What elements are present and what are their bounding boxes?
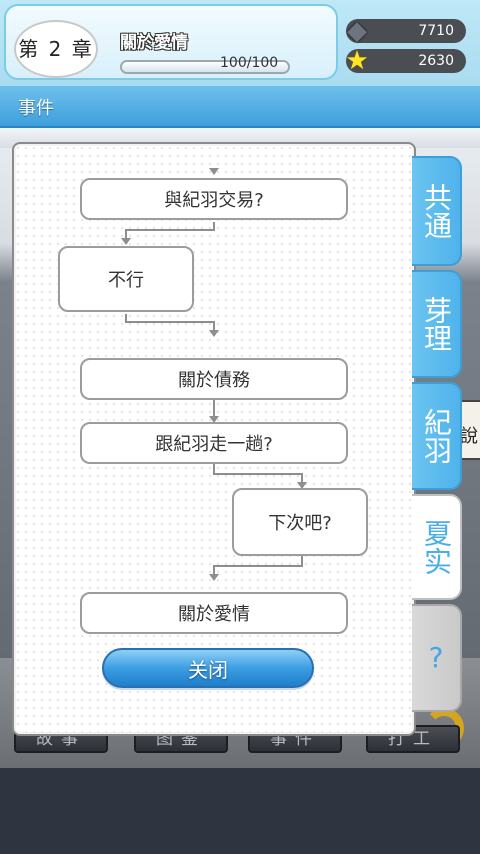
tab-meri[interactable]: 芽理: [412, 270, 462, 378]
close-button-label: 关闭: [188, 657, 228, 682]
tab-common[interactable]: 共通: [412, 156, 462, 266]
flow-node-label: 關於債務: [178, 370, 250, 391]
flow-node-label: 跟紀羽走一趟?: [155, 434, 273, 455]
flow-node: 不行: [58, 246, 194, 312]
gem-icon: ◆: [347, 16, 367, 46]
tab-label: 芽理: [420, 296, 453, 352]
gem-counter: ◆ 7710: [346, 16, 466, 46]
event-flow-dialog: 與紀羽交易? 不行 關於債務 跟紀羽走一趟? 下次吧? 關於愛情 关闭: [12, 142, 416, 736]
flow-node-label: 下次吧?: [268, 513, 332, 534]
flow-node-label: 與紀羽交易?: [164, 190, 264, 211]
tab-label: 共通: [420, 183, 453, 239]
section-bar: 事件: [0, 84, 480, 128]
flow-node: 關於愛情: [80, 592, 348, 634]
close-button[interactable]: 关闭: [102, 648, 314, 688]
progress-text: 100/100: [220, 55, 279, 71]
flow-node: 下次吧?: [232, 488, 368, 556]
star-icon: ★: [345, 46, 369, 76]
gem-value: 7710: [418, 23, 454, 39]
star-counter: ★ 2630: [345, 46, 466, 76]
header: 第 2 章 關於愛情 100/100 ◆ 7710 ★ 2630: [0, 0, 480, 84]
tab-label: 紀羽: [420, 408, 453, 464]
chapter-card: 第 2 章 關於愛情 100/100: [4, 4, 338, 80]
section-title: 事件: [18, 98, 54, 119]
flow-node-label: 不行: [108, 270, 144, 291]
star-value: 2630: [418, 53, 454, 69]
bottom-strip: [0, 768, 480, 854]
chapter-title: 關於愛情: [120, 33, 188, 53]
tab-label: 夏实: [420, 519, 453, 575]
flow-node: 跟紀羽走一趟?: [80, 422, 348, 464]
tab-label: ?: [428, 641, 444, 674]
flow-node: 與紀羽交易?: [80, 178, 348, 220]
flow-node-label: 關於愛情: [178, 604, 250, 625]
flow-node: 關於債務: [80, 358, 348, 400]
tab-kiwa[interactable]: 紀羽: [412, 382, 462, 490]
chapter-badge: 第 2 章: [14, 20, 98, 78]
tab-natsumi[interactable]: 夏实: [412, 494, 462, 600]
tab-unknown[interactable]: ?: [412, 604, 462, 712]
